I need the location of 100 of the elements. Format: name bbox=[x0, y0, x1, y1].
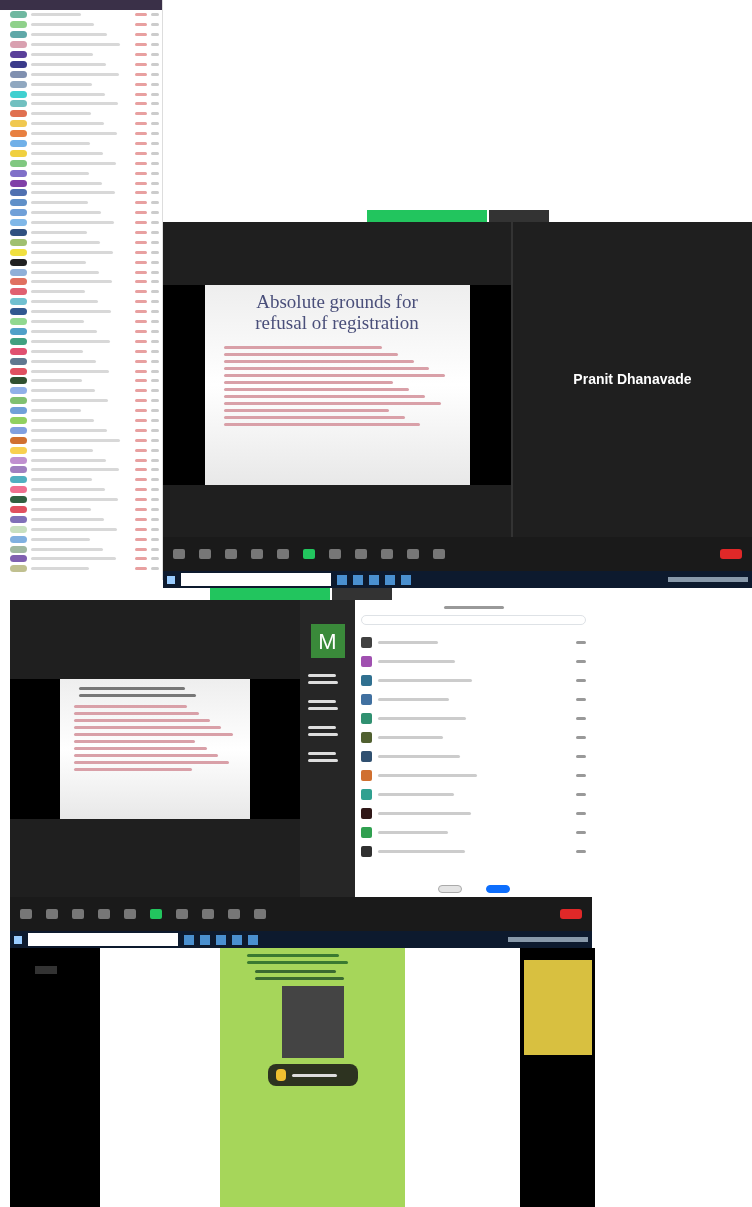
app-icon[interactable] bbox=[200, 934, 210, 945]
blurred-mark bbox=[135, 43, 147, 47]
mute-all-button[interactable] bbox=[485, 885, 510, 893]
toolbar-button[interactable] bbox=[202, 909, 214, 919]
raise-hand-button[interactable] bbox=[267, 1064, 358, 1086]
toolbar-button[interactable] bbox=[176, 909, 188, 919]
blurred-mark bbox=[135, 161, 147, 165]
blurred-mark bbox=[135, 151, 147, 155]
toolbar-button[interactable] bbox=[228, 909, 240, 919]
blurred-name-line bbox=[378, 641, 438, 644]
blurred-mark bbox=[135, 231, 147, 235]
blurred-mark bbox=[135, 53, 147, 56]
speaker-name: Pranit Dhanavade bbox=[573, 370, 692, 389]
blurred-mark bbox=[135, 527, 147, 531]
toolbar-button[interactable] bbox=[251, 549, 263, 559]
blurred-name-line bbox=[31, 389, 95, 393]
blurred-name-line bbox=[31, 329, 97, 333]
toolbar-button[interactable] bbox=[225, 549, 237, 559]
toolbar-button[interactable] bbox=[46, 909, 58, 919]
app-icon[interactable] bbox=[353, 574, 363, 585]
toolbar-button[interactable] bbox=[254, 909, 266, 919]
blurred-name-line bbox=[31, 260, 86, 264]
blurred-mark bbox=[135, 201, 147, 205]
blurred-mark bbox=[135, 310, 147, 314]
start-icon[interactable] bbox=[167, 575, 175, 584]
toolbar-button[interactable] bbox=[98, 909, 110, 919]
blurred-name-line bbox=[31, 349, 83, 353]
blurred-mark bbox=[135, 92, 147, 96]
start-icon[interactable] bbox=[14, 935, 22, 944]
blurred-mark bbox=[135, 82, 147, 86]
blurred-mark bbox=[135, 13, 147, 17]
app-icon[interactable] bbox=[184, 934, 194, 945]
blurred-mark bbox=[135, 369, 147, 373]
toolbar-button[interactable] bbox=[150, 909, 162, 919]
blurred-name-line bbox=[31, 82, 92, 86]
toolbar-button[interactable] bbox=[124, 909, 136, 919]
blurred-mark bbox=[135, 240, 147, 244]
blurred-mark bbox=[135, 211, 147, 215]
leave-button[interactable] bbox=[560, 909, 582, 919]
toolbar-button[interactable] bbox=[381, 549, 393, 559]
name-label-drawing bbox=[35, 966, 57, 974]
blurred-mark bbox=[135, 181, 147, 185]
toolbar-button[interactable] bbox=[20, 909, 32, 919]
blurred-mark bbox=[135, 409, 147, 413]
search-field[interactable] bbox=[181, 573, 331, 586]
blurred-name-line bbox=[31, 201, 88, 205]
blurred-mark bbox=[135, 507, 147, 511]
blurred-name-line bbox=[31, 547, 103, 551]
blurred-mark bbox=[135, 260, 147, 264]
blurred-mark bbox=[135, 250, 147, 254]
blurred-mark bbox=[135, 122, 147, 126]
invite-button[interactable] bbox=[437, 885, 462, 893]
blurred-mark bbox=[135, 280, 147, 284]
blurred-name-line bbox=[31, 181, 102, 185]
blurred-name-line bbox=[31, 53, 93, 56]
app-icon[interactable] bbox=[401, 574, 411, 585]
toolbar-button[interactable] bbox=[355, 549, 367, 559]
blurred-mark bbox=[135, 478, 147, 482]
photo-placeholder bbox=[281, 986, 344, 1058]
blurred-name-line bbox=[31, 270, 99, 274]
blurred-mark bbox=[135, 23, 147, 27]
blurred-mark bbox=[135, 359, 147, 363]
toolbar-button[interactable] bbox=[407, 549, 419, 559]
blurred-name-line bbox=[31, 151, 103, 155]
toolbar-button[interactable] bbox=[277, 549, 289, 559]
blurred-mark bbox=[135, 33, 147, 37]
blurred-name-line bbox=[31, 231, 87, 235]
search-field[interactable] bbox=[28, 933, 178, 946]
blurred-name-line bbox=[378, 698, 449, 701]
slide-title: Absolute grounds for refusal of registration bbox=[254, 290, 420, 335]
app-icon[interactable] bbox=[385, 574, 395, 585]
blurred-mark bbox=[135, 112, 147, 116]
blurred-mark bbox=[135, 389, 147, 393]
blurred-mark bbox=[135, 458, 147, 462]
blurred-label bbox=[291, 1073, 337, 1077]
toolbar-button[interactable] bbox=[329, 549, 341, 559]
app-icon[interactable] bbox=[232, 934, 242, 945]
blurred-mark bbox=[135, 270, 147, 274]
blurred-name-line bbox=[31, 448, 93, 452]
blurred-mark bbox=[135, 290, 147, 294]
blurred-mark bbox=[135, 171, 147, 175]
blurred-name-line bbox=[31, 507, 91, 511]
leave-button[interactable] bbox=[720, 549, 742, 559]
app-icon[interactable] bbox=[216, 934, 226, 945]
toolbar-button[interactable] bbox=[303, 549, 315, 559]
toolbar-button[interactable] bbox=[72, 909, 84, 919]
blurred-name-line bbox=[31, 300, 98, 304]
app-icon[interactable] bbox=[337, 574, 347, 585]
blurred-mark bbox=[135, 349, 147, 353]
blurred-mark bbox=[135, 142, 147, 145]
blurred-mark bbox=[135, 300, 147, 304]
blurred-mark bbox=[135, 488, 147, 492]
toolbar-button[interactable] bbox=[173, 549, 185, 559]
toolbar-button[interactable] bbox=[433, 549, 445, 559]
toolbar-button[interactable] bbox=[199, 549, 211, 559]
app-icon[interactable] bbox=[248, 934, 258, 945]
panel-title-drawing bbox=[443, 606, 504, 609]
blurred-mark bbox=[135, 221, 147, 225]
blurred-mark bbox=[135, 379, 147, 383]
app-icon[interactable] bbox=[369, 574, 379, 585]
